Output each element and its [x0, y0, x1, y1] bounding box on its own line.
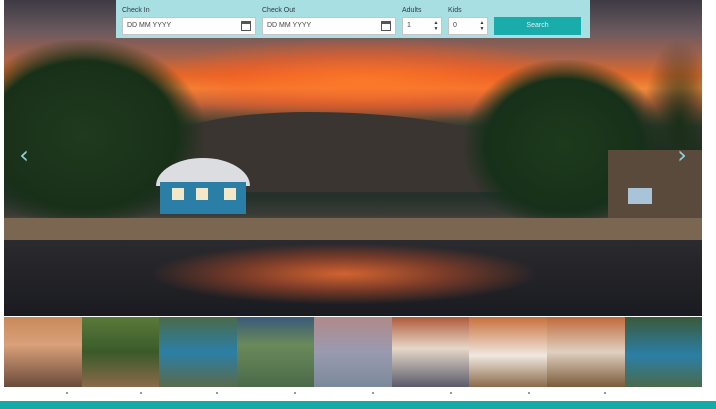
indicator-dot[interactable]	[140, 392, 142, 394]
indicator-dot[interactable]	[604, 392, 606, 394]
spinner-arrows-icon[interactable]: ▲ ▼	[479, 20, 485, 32]
deck-thumbnail[interactable]	[81, 317, 160, 387]
indicator-dot[interactable]	[372, 392, 374, 394]
yurt-window	[172, 188, 184, 200]
check-out-input[interactable]: DD MM YYYY	[262, 17, 396, 35]
adults-field: Adults 1 ▲ ▼	[402, 6, 442, 35]
kids-label: Kids	[448, 7, 462, 14]
building-window	[628, 188, 652, 204]
check-out-field: Check Out DD MM YYYY	[262, 6, 396, 35]
kids-value: 0	[453, 22, 457, 29]
check-in-input[interactable]: DD MM YYYY	[122, 17, 256, 35]
chevron-left-icon[interactable]: ‹	[12, 140, 36, 170]
spinner-arrows-icon[interactable]: ▲ ▼	[433, 20, 439, 32]
search-button[interactable]: Search	[494, 17, 581, 35]
calendar-icon[interactable]	[241, 21, 251, 31]
bedroom-thumbnail[interactable]	[391, 317, 470, 387]
kids-field: Kids 0 ▲ ▼	[448, 6, 488, 35]
indicator-dot[interactable]	[294, 392, 296, 394]
indicator-dot[interactable]	[528, 392, 530, 394]
check-in-placeholder: DD MM YYYY	[127, 22, 172, 29]
indicator-dot[interactable]	[450, 392, 452, 394]
calendar-icon[interactable]	[381, 21, 391, 31]
thumbnail-strip	[4, 317, 703, 387]
check-out-placeholder: DD MM YYYY	[267, 22, 312, 29]
adults-value: 1	[407, 22, 411, 29]
yurt-exterior-thumbnail[interactable]	[159, 317, 237, 387]
lake-reflection	[154, 244, 534, 304]
indicator-dot[interactable]	[66, 392, 68, 394]
hero-image	[4, 0, 702, 316]
chevron-right-icon[interactable]: ›	[670, 140, 694, 170]
garden-thumbnail[interactable]	[236, 317, 315, 387]
patio-thumbnail[interactable]	[4, 317, 82, 387]
footer-bar	[0, 401, 716, 409]
check-out-label: Check Out	[262, 7, 296, 14]
check-in-field: Check In DD MM YYYY	[122, 6, 256, 35]
yurt-window	[196, 188, 208, 200]
living-room-thumbnail[interactable]	[546, 317, 625, 387]
adults-stepper[interactable]: 1 ▲ ▼	[402, 17, 442, 35]
yurt-window	[224, 188, 236, 200]
yurt	[156, 158, 250, 214]
lake-view-thumbnail[interactable]	[314, 317, 392, 387]
kids-stepper[interactable]: 0 ▲ ▼	[448, 17, 488, 35]
beach	[4, 218, 702, 240]
check-in-label: Check In	[122, 7, 150, 14]
adults-label: Adults	[402, 7, 422, 14]
indicator-dot[interactable]	[216, 392, 218, 394]
thumbnail-indicator	[4, 390, 702, 396]
yurt-exterior-2-thumbnail[interactable]	[624, 317, 703, 387]
bedroom-2-thumbnail[interactable]	[469, 317, 547, 387]
booking-search-bar: Check In DD MM YYYY Check Out DD MM YYYY…	[116, 0, 590, 38]
